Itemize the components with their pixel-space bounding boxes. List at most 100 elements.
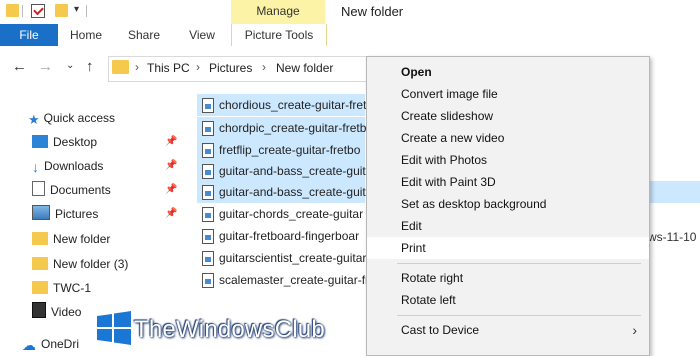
file-name: guitar-and-bass_create-guita bbox=[219, 164, 373, 178]
menu-item-label: Print bbox=[401, 241, 426, 255]
image-file-icon bbox=[202, 273, 214, 288]
file-row[interactable]: guitar-fretboard-fingerboar bbox=[197, 225, 365, 247]
menu-item-label: Open bbox=[401, 65, 432, 79]
manage-label[interactable]: Manage bbox=[231, 4, 325, 18]
menu-item-edit[interactable]: Edit bbox=[367, 215, 649, 237]
nav-item-label: Documents bbox=[50, 183, 111, 197]
file-row[interactable]: fretflip_create-guitar-fretbo bbox=[197, 139, 365, 161]
folder-icon bbox=[112, 60, 129, 74]
file-name: guitar-fretboard-fingerboar bbox=[219, 229, 360, 243]
file-name: scalemaster_create-guitar-fr bbox=[219, 273, 370, 287]
file-name: fretflip_create-guitar-fretbo bbox=[219, 143, 361, 157]
nav-item-videos[interactable]: Video bbox=[32, 302, 81, 322]
chevron-right-icon: › bbox=[632, 322, 637, 338]
pictures-icon bbox=[32, 205, 50, 220]
tab-file[interactable]: File bbox=[0, 24, 58, 46]
nav-item-quick-access[interactable]: ★ Quick access bbox=[28, 108, 115, 128]
nav-item-label: New folder (3) bbox=[53, 257, 129, 271]
nav-item-label: OneDri bbox=[41, 337, 80, 351]
pin-icon[interactable]: 📌 bbox=[165, 208, 177, 219]
image-file-icon bbox=[202, 164, 214, 179]
menu-item-set-desktop-background[interactable]: Set as desktop background bbox=[367, 193, 649, 215]
forward-arrow-icon[interactable]: → bbox=[38, 58, 53, 75]
menu-item-label: Create a new video bbox=[401, 131, 505, 145]
pin-icon[interactable]: 📌 bbox=[165, 136, 177, 147]
file-name: guitar-and-bass_create-guit bbox=[219, 185, 366, 199]
file-name: chordpic_create-guitar-fretb bbox=[219, 121, 367, 135]
menu-item-rotate-right[interactable]: Rotate right bbox=[367, 267, 649, 289]
image-file-icon bbox=[202, 98, 214, 113]
file-row[interactable]: scalemaster_create-guitar-fr bbox=[197, 269, 369, 291]
context-menu: Open Convert image file Create slideshow… bbox=[366, 56, 650, 356]
nav-item-label: TWC-1 bbox=[53, 281, 91, 295]
file-row[interactable]: guitar-chords_create-guitar bbox=[197, 203, 365, 225]
menu-item-convert-image-file[interactable]: Convert image file bbox=[367, 83, 649, 105]
nav-item-onedrive[interactable]: ☁ OneDri bbox=[22, 334, 79, 354]
folder-icon bbox=[32, 257, 48, 270]
nav-item-label: Pictures bbox=[55, 207, 99, 221]
menu-item-create-slideshow[interactable]: Create slideshow bbox=[367, 105, 649, 127]
breadcrumb-item[interactable]: New folder bbox=[276, 61, 333, 75]
chevron-right-icon[interactable]: › bbox=[196, 60, 200, 74]
menu-item-rotate-left[interactable]: Rotate left bbox=[367, 289, 649, 311]
watermark-text: TheWindowsClub bbox=[134, 316, 325, 343]
nav-item-pictures[interactable]: Pictures bbox=[32, 204, 98, 224]
file-row[interactable]: chordpic_create-guitar-fretb bbox=[197, 117, 367, 139]
folder-icon bbox=[32, 232, 48, 245]
file-name: guitarscientist_create-guitar bbox=[219, 251, 367, 265]
nav-item-new-folder[interactable]: New folder bbox=[32, 229, 110, 249]
menu-item-edit-with-paint-3d[interactable]: Edit with Paint 3D bbox=[367, 171, 649, 193]
menu-item-open[interactable]: Open bbox=[367, 61, 649, 83]
nav-item-label: Downloads bbox=[44, 159, 104, 173]
breadcrumb-item[interactable]: Pictures bbox=[209, 61, 252, 75]
menu-item-label: Edit bbox=[401, 219, 422, 233]
chevron-right-icon[interactable]: › bbox=[262, 60, 266, 74]
nav-item-label: Quick access bbox=[43, 111, 116, 125]
nav-item-twc-1[interactable]: TWC-1 bbox=[32, 278, 91, 298]
nav-item-downloads[interactable]: ↓ Downloads bbox=[32, 156, 103, 176]
image-file-icon bbox=[202, 251, 214, 266]
nav-item-desktop[interactable]: Desktop bbox=[32, 132, 97, 152]
menu-item-label: Cast to Device bbox=[401, 323, 480, 337]
nav-item-label: New folder bbox=[53, 232, 111, 246]
tab-home[interactable]: Home bbox=[62, 24, 110, 46]
menu-item-cast-to-device[interactable]: Cast to Device › bbox=[367, 319, 649, 341]
documents-icon bbox=[32, 181, 45, 196]
menu-item-create-new-video[interactable]: Create a new video bbox=[367, 127, 649, 149]
breadcrumb-item[interactable]: This PC bbox=[147, 61, 190, 75]
properties-icon[interactable] bbox=[31, 4, 45, 18]
menu-separator bbox=[397, 315, 641, 316]
nav-item-new-folder-3[interactable]: New folder (3) bbox=[32, 254, 128, 274]
customize-quick-access-icon[interactable]: ▾ bbox=[74, 4, 79, 15]
menu-item-label: Rotate left bbox=[401, 293, 456, 307]
chevron-right-icon[interactable]: › bbox=[135, 60, 139, 74]
pin-icon[interactable]: 📌 bbox=[165, 160, 177, 171]
file-row[interactable]: guitar-and-bass_create-guita bbox=[197, 160, 372, 182]
recent-locations-icon[interactable]: ⌄ bbox=[66, 60, 74, 71]
divider bbox=[22, 5, 23, 17]
file-row[interactable]: guitarscientist_create-guitar bbox=[197, 247, 367, 269]
menu-separator bbox=[397, 263, 641, 264]
menu-item-edit-with-photos[interactable]: Edit with Photos bbox=[367, 149, 649, 171]
menu-item-label: Edit with Paint 3D bbox=[401, 175, 496, 189]
tab-view[interactable]: View bbox=[178, 24, 226, 46]
up-arrow-icon[interactable]: ↑ bbox=[86, 58, 94, 75]
folder-icon[interactable] bbox=[6, 4, 19, 17]
image-file-icon bbox=[202, 207, 214, 222]
new-folder-icon[interactable] bbox=[55, 4, 68, 17]
downloads-icon: ↓ bbox=[32, 159, 39, 175]
menu-item-label: Rotate right bbox=[401, 271, 464, 285]
menu-item-print[interactable]: Print bbox=[367, 237, 649, 259]
video-icon bbox=[32, 302, 46, 318]
image-file-icon bbox=[202, 185, 214, 200]
file-row[interactable]: chordious_create-guitar-fret bbox=[197, 94, 367, 116]
tab-share[interactable]: Share bbox=[118, 24, 170, 46]
file-row[interactable]: guitar-and-bass_create-guit bbox=[197, 181, 366, 203]
nav-item-label: Video bbox=[51, 305, 82, 319]
nav-item-documents[interactable]: Documents bbox=[32, 180, 111, 200]
back-arrow-icon[interactable]: ← bbox=[12, 58, 27, 75]
menu-item-label: Create slideshow bbox=[401, 109, 494, 123]
file-name: chordious_create-guitar-fret bbox=[219, 98, 367, 112]
tab-picture-tools[interactable]: Picture Tools bbox=[231, 24, 327, 46]
pin-icon[interactable]: 📌 bbox=[165, 184, 177, 195]
